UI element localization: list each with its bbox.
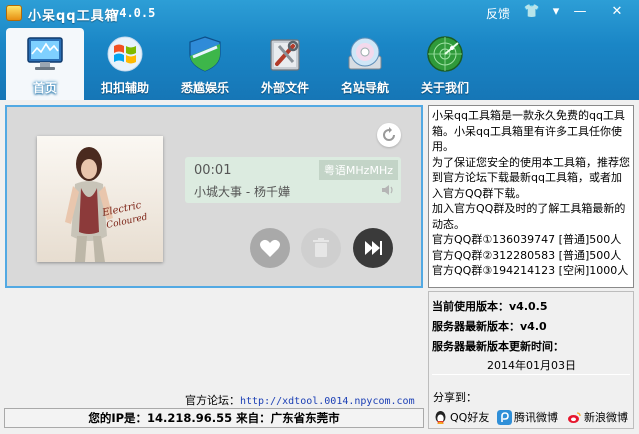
nav-qq-assist[interactable]: 扣扣辅助 — [86, 28, 164, 100]
tools-box-icon — [270, 39, 300, 71]
tencent-weibo-icon — [497, 410, 512, 425]
music-player-frame: Electric Coloured 00:01 粤语MHzMHz 小城大事 - … — [5, 105, 423, 288]
like-button[interactable] — [250, 228, 290, 268]
refresh-button[interactable] — [377, 123, 401, 147]
intro-line: 小呆qq工具箱是一款永久免费的qq工具箱。小呆qq工具箱里有许多工具任你使用。 — [432, 109, 625, 153]
channel-chip[interactable]: 粤语MHzMHz — [318, 160, 398, 180]
play-time: 00:01 — [194, 163, 232, 178]
disc-icon — [348, 37, 382, 70]
windows-logo-icon — [107, 36, 143, 72]
share-label-text: QQ好友 — [450, 411, 490, 424]
trash-button[interactable] — [301, 228, 341, 268]
forum-link[interactable]: http://xdtool.0014.npycom.com — [240, 396, 415, 407]
forum-label: 官方论坛： — [185, 394, 240, 407]
music-player: Electric Coloured 00:01 粤语MHzMHz 小城大事 - … — [7, 107, 421, 286]
divider — [432, 374, 630, 375]
minimize-button[interactable]: — — [570, 3, 590, 21]
nav-label: 名站导航 — [340, 81, 389, 95]
share-label: 分享到： — [433, 391, 477, 404]
toolbar-region: 小呆qq工具箱 v4.0.5 反馈 👕 ▾ — ✕ 首页 扣扣辅助 悉尴娱乐 外… — [0, 0, 639, 100]
share-tencent-weibo[interactable]: 腾讯微博 — [497, 410, 563, 426]
intro-line: 为了保证您安全的使用本工具箱，推荐您到官方论坛下载最新qq工具箱，或者加入官方Q… — [432, 155, 630, 200]
skip-forward-icon — [365, 241, 382, 255]
share-sina-weibo[interactable]: 新浪微博 — [567, 410, 633, 426]
volume-icon[interactable] — [381, 183, 395, 197]
forum-line: 官方论坛：http://xdtool.0014.npycom.com — [185, 392, 415, 408]
refresh-icon — [383, 127, 395, 141]
nav-label: 外部文件 — [260, 81, 309, 95]
feedback-link[interactable]: 反馈 — [486, 5, 510, 22]
monitor-chart-icon — [27, 37, 63, 70]
ip-status-bar: 您的IP是：14.218.96.55 来自：广东省东莞市 — [4, 408, 424, 428]
nav-label: 首页 — [32, 81, 57, 95]
nav-label: 悉尴娱乐 — [180, 81, 229, 95]
update-time-label: 服务器最新版本更新时间： — [432, 340, 564, 353]
next-button[interactable] — [353, 228, 393, 268]
nav-about[interactable]: 关于我们 — [406, 28, 484, 100]
update-date: 2014年01月03日 — [487, 359, 576, 372]
server-version: 服务器最新版本：v4.0 — [432, 320, 547, 333]
radar-icon — [427, 36, 463, 72]
main-nav: 首页 扣扣辅助 悉尴娱乐 外部文件 名站导航 关于我们 — [0, 28, 639, 100]
app-title: 小呆qq工具箱 — [28, 9, 119, 24]
intro-line: 官方QQ群①136039747 [普通]500人 — [432, 233, 622, 246]
intro-text-box[interactable]: 小呆qq工具箱是一款永久免费的qq工具箱。小呆qq工具箱里有许多工具任你使用。 … — [428, 105, 634, 288]
nav-label: 关于我们 — [420, 81, 469, 95]
share-label-text: 新浪微博 — [584, 411, 628, 424]
app-logo-icon — [6, 5, 22, 21]
sina-weibo-icon — [568, 412, 581, 423]
nav-entertainment[interactable]: 悉尴娱乐 — [166, 28, 244, 100]
heart-icon — [260, 239, 280, 257]
title-bar: 小呆qq工具箱 v4.0.5 反馈 👕 ▾ — ✕ — [0, 0, 639, 26]
intro-line: 加入官方QQ群及时的了解工具箱最新的动态。 — [432, 202, 626, 231]
qq-penguin-icon — [435, 411, 446, 424]
close-button[interactable]: ✕ — [602, 3, 632, 21]
intro-line: 官方QQ群②312280583 [普通]500人 — [432, 248, 622, 262]
album-cover: Electric Coloured — [37, 136, 163, 262]
trash-icon — [313, 238, 329, 257]
current-version: 当前使用版本：v4.0.5 — [432, 300, 548, 313]
nav-site-guide[interactable]: 名站导航 — [326, 28, 404, 100]
menu-button[interactable]: ▾ — [546, 3, 566, 21]
skin-button[interactable]: 👕 — [522, 3, 542, 21]
share-qq-friends[interactable]: QQ好友 — [433, 410, 493, 426]
version-panel: 当前使用版本：v4.0.5 服务器最新版本：v4.0 服务器最新版本更新时间： … — [428, 291, 634, 429]
intro-line: 官方QQ群③194214123 [空闲]1000人 — [432, 264, 629, 277]
nav-label: 扣扣辅助 — [100, 81, 149, 95]
nav-home[interactable]: 首页 — [6, 28, 84, 100]
nav-external-files[interactable]: 外部文件 — [246, 28, 324, 100]
app-version: v4.0.5 — [112, 6, 156, 20]
song-title: 小城大事 - 杨千嬅 — [194, 185, 290, 199]
share-label-text: 腾讯微博 — [514, 411, 558, 424]
shield-icon — [189, 36, 221, 72]
now-playing-card: 00:01 粤语MHzMHz 小城大事 - 杨千嬅 — [185, 157, 401, 203]
